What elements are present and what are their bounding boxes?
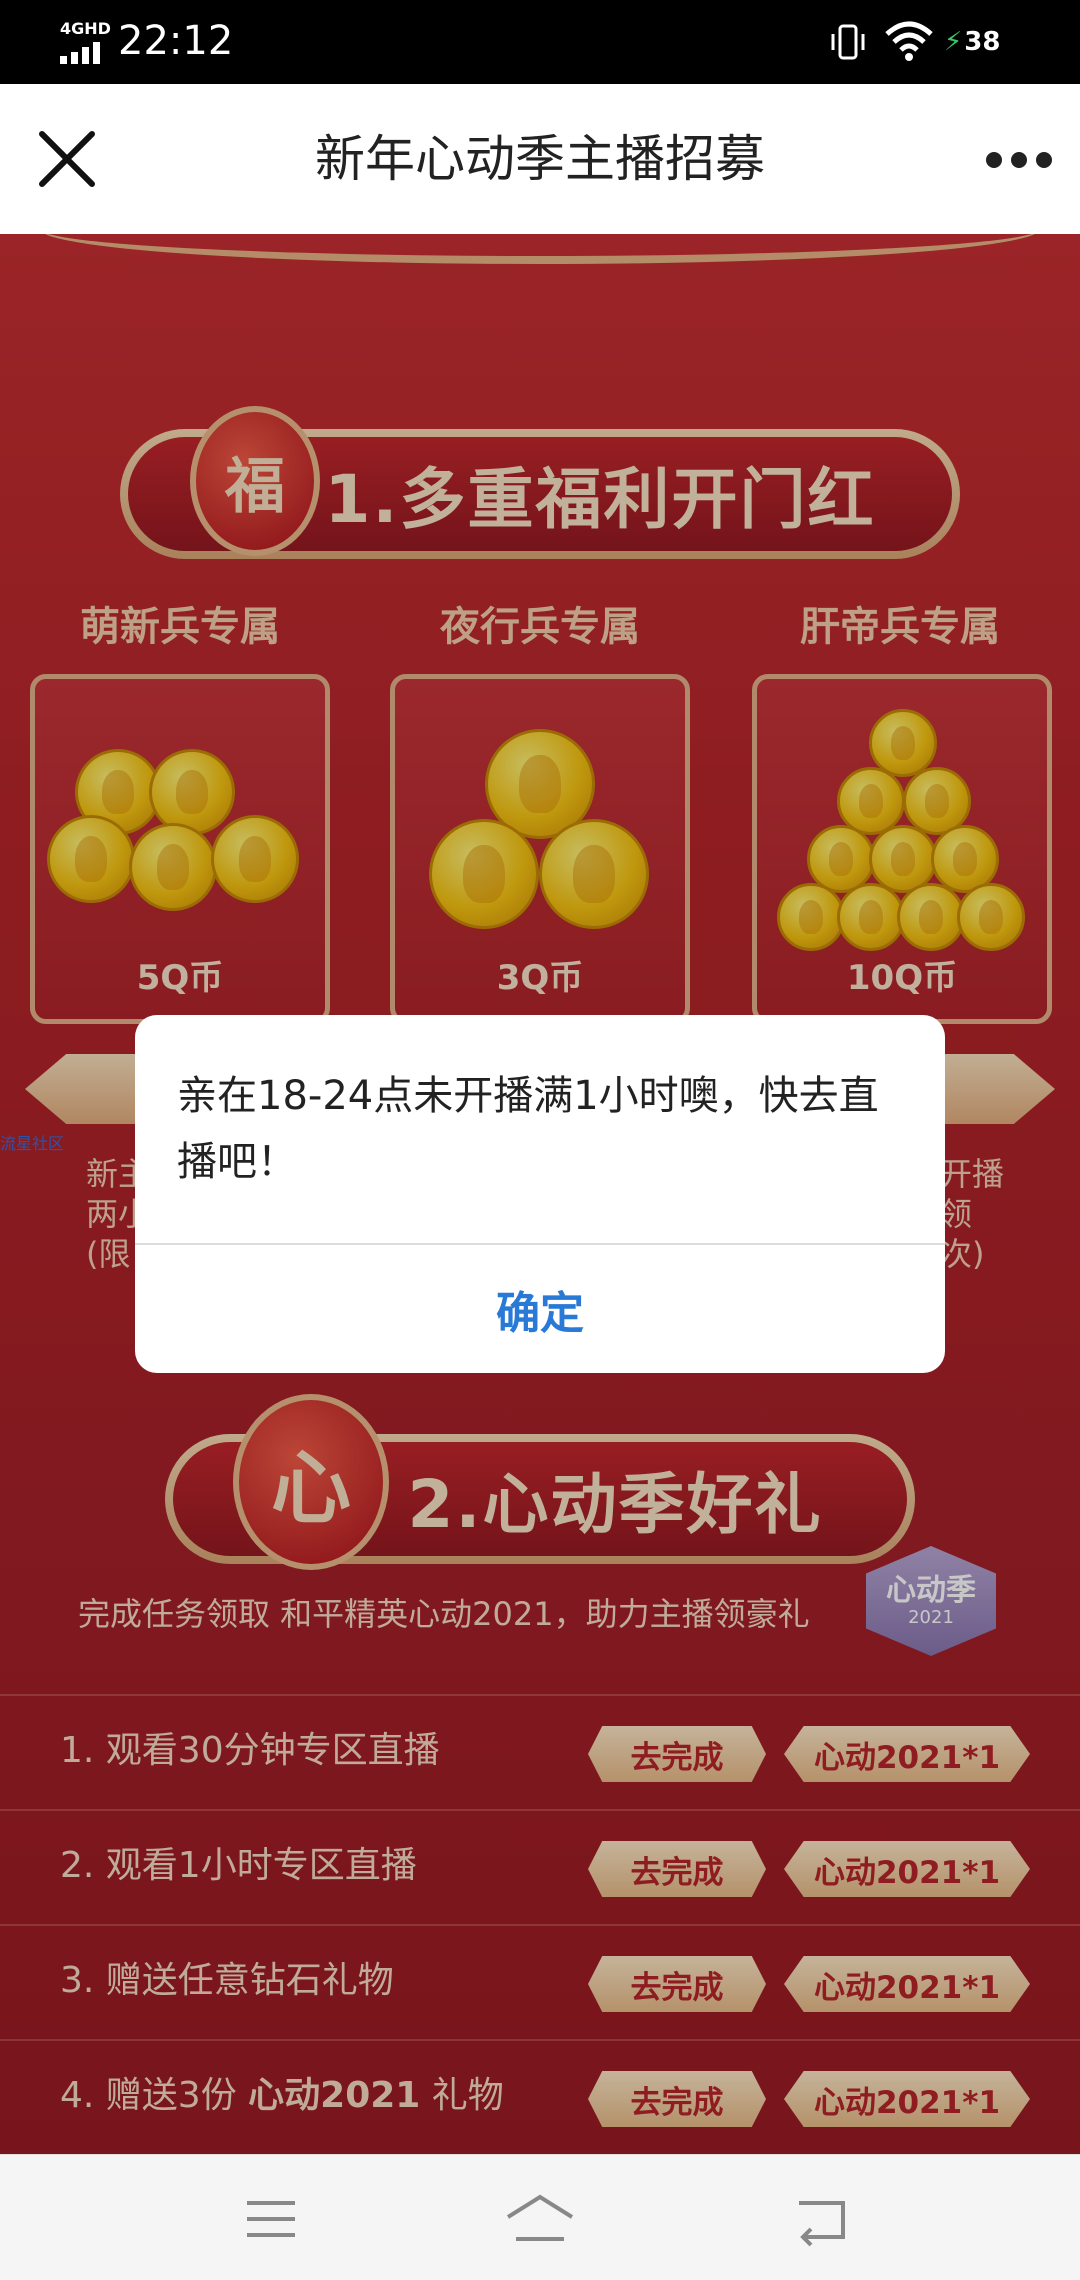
system-navigation-bar	[0, 2154, 1080, 2280]
confirm-button[interactable]: 确定	[135, 1245, 945, 1373]
close-icon[interactable]	[36, 128, 98, 190]
menu-icon[interactable]	[243, 2191, 299, 2247]
battery-level: 38	[964, 27, 1001, 57]
battery-indicator: ⚡38	[944, 24, 1000, 60]
vibrate-icon	[831, 24, 865, 60]
status-bar: 4GHD 22:12 ⚡38	[0, 0, 1080, 84]
more-options-icon[interactable]	[984, 148, 1054, 172]
home-icon[interactable]	[504, 2191, 576, 2247]
page-title: 新年心动季主播招募	[315, 130, 765, 188]
nav-bar: 新年心动季主播招募	[0, 84, 1080, 234]
cellular-signal-icon: 4GHD	[60, 19, 111, 64]
alert-dialog: 亲在18-24点未开播满1小时噢，快去直播吧！ 确定	[135, 1015, 945, 1373]
back-icon[interactable]	[795, 2191, 851, 2247]
network-type-label: 4GHD	[60, 19, 111, 38]
wifi-icon	[885, 21, 933, 61]
dialog-message: 亲在18-24点未开播满1小时噢，快去直播吧！	[177, 1073, 879, 1185]
status-time: 22:12	[118, 18, 234, 64]
charging-bolt-icon: ⚡	[944, 27, 963, 57]
signal-bars-icon	[60, 42, 100, 64]
